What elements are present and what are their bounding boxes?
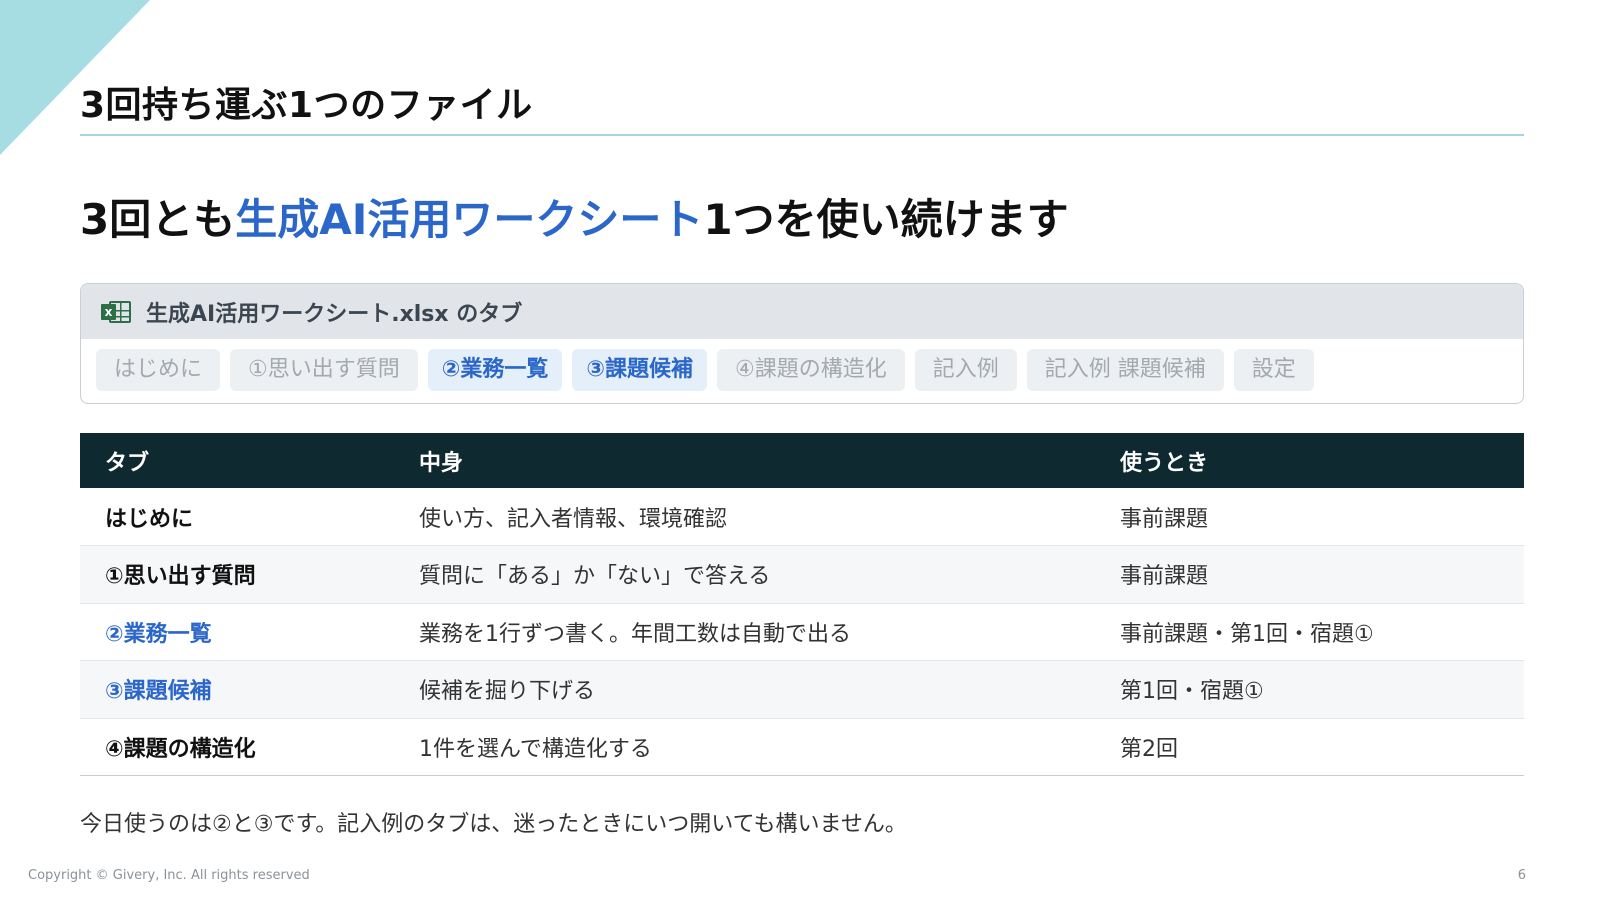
- sheet-tab-settings[interactable]: 設定: [1233, 349, 1314, 391]
- row-content: 1件を選んで構造化する: [394, 718, 1095, 776]
- headline-post: 1つを使い続けます: [703, 195, 1069, 244]
- table-row: ③課題候補 候補を掘り下げる 第1回・宿題①: [80, 660, 1524, 719]
- column-header-when: 使うとき: [1095, 433, 1524, 488]
- footnote: 今日使うのは②と③です。記入例のタブは、迷ったときにいつ開いても構いません。: [80, 812, 907, 837]
- row-tab-name: はじめに: [80, 488, 394, 546]
- excel-icon: x: [101, 299, 131, 325]
- slide-title: 3回持ち運ぶ1つのファイル: [80, 85, 533, 126]
- table-header-row: タブ 中身 使うとき: [80, 433, 1524, 488]
- row-content: 使い方、記入者情報、環境確認: [394, 488, 1095, 546]
- sheet-tab-issue-structure[interactable]: ④課題の構造化: [717, 349, 905, 391]
- headline-pre: 3回とも: [80, 195, 236, 244]
- table-row: はじめに 使い方、記入者情報、環境確認 事前課題: [80, 488, 1524, 546]
- workbook-tabs-card: x 生成AI活用ワークシート.xlsx のタブ はじめに ①思い出す質問 ②業務…: [80, 283, 1524, 404]
- row-when: 事前課題: [1095, 545, 1524, 604]
- workbook-title-bar: x 生成AI活用ワークシート.xlsx のタブ: [81, 284, 1523, 339]
- sheet-tab-row: はじめに ①思い出す質問 ②業務一覧 ③課題候補 ④課題の構造化 記入例 記入例…: [81, 339, 1523, 391]
- page-number: 6: [1517, 868, 1526, 883]
- row-tab-name: ④課題の構造化: [80, 718, 394, 776]
- title-divider: [80, 134, 1524, 136]
- workbook-title: 生成AI活用ワークシート.xlsx のタブ: [146, 301, 523, 327]
- headline: 3回とも生成AI活用ワークシート1つを使い続けます: [80, 186, 1069, 247]
- sheet-tab-example[interactable]: 記入例: [914, 349, 1017, 391]
- row-when: 事前課題: [1095, 488, 1524, 546]
- row-tab-name: ③課題候補: [80, 660, 394, 719]
- table-row: ①思い出す質問 質問に「ある」か「ない」で答える 事前課題: [80, 545, 1524, 604]
- copyright: Copyright © Givery, Inc. All rights rese…: [28, 868, 310, 883]
- sheet-tab-issue-candidates[interactable]: ③課題候補: [572, 349, 708, 391]
- column-header-content: 中身: [394, 433, 1095, 488]
- row-when: 第1回・宿題①: [1095, 660, 1524, 719]
- sheet-tab-example-candidates[interactable]: 記入例 課題候補: [1026, 349, 1224, 391]
- row-content: 業務を1行ずつ書く。年間工数は自動で出る: [394, 603, 1095, 661]
- tabs-table: タブ 中身 使うとき はじめに 使い方、記入者情報、環境確認 事前課題 ①思い出…: [80, 433, 1524, 776]
- row-content: 候補を掘り下げる: [394, 660, 1095, 719]
- sheet-tab-task-list[interactable]: ②業務一覧: [427, 349, 563, 391]
- sheet-tab-hajimeni[interactable]: はじめに: [96, 349, 221, 391]
- row-when: 第2回: [1095, 718, 1524, 776]
- headline-highlight: 生成AI活用ワークシート: [235, 195, 704, 244]
- column-header-tab: タブ: [80, 433, 394, 488]
- table-row: ②業務一覧 業務を1行ずつ書く。年間工数は自動で出る 事前課題・第1回・宿題①: [80, 603, 1524, 661]
- sheet-tab-questions[interactable]: ①思い出す質問: [230, 349, 418, 391]
- row-when: 事前課題・第1回・宿題①: [1095, 603, 1524, 661]
- row-tab-name: ①思い出す質問: [80, 545, 394, 604]
- row-tab-name: ②業務一覧: [80, 603, 394, 661]
- row-content: 質問に「ある」か「ない」で答える: [394, 545, 1095, 604]
- table-row: ④課題の構造化 1件を選んで構造化する 第2回: [80, 718, 1524, 776]
